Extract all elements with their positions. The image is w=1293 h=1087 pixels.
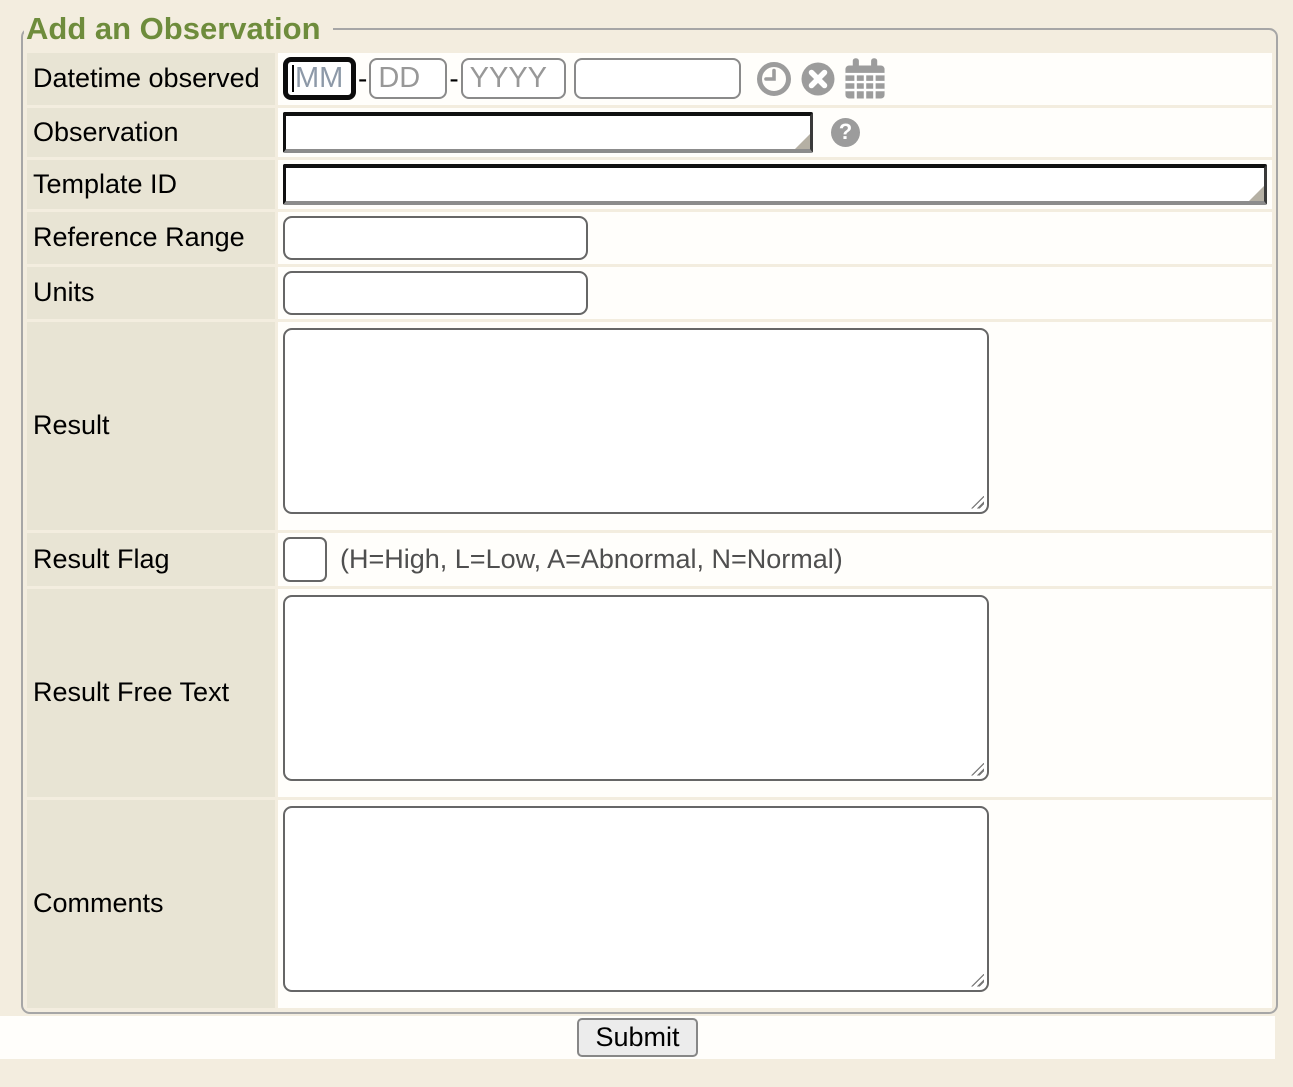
observation-form-table: Datetime observed - -	[24, 50, 1275, 1011]
row-datetime-observed: Datetime observed - -	[27, 53, 1272, 105]
units-input[interactable]	[283, 271, 588, 315]
template-id-combo-field[interactable]	[283, 164, 1267, 205]
row-observation: Observation ?	[27, 108, 1272, 157]
units-label: Units	[27, 267, 275, 319]
date-separator: -	[449, 63, 458, 95]
form-actions-bar: Submit	[0, 1016, 1275, 1059]
result-flag-hint: (H=High, L=Low, A=Abnormal, N=Normal)	[340, 544, 843, 575]
day-input[interactable]	[369, 58, 447, 99]
result-flag-label: Result Flag	[27, 533, 275, 586]
row-result-flag: Result Flag (H=High, L=Low, A=Abnormal, …	[27, 533, 1272, 586]
datetime-observed-label: Datetime observed	[27, 53, 275, 105]
observation-label: Observation	[27, 108, 275, 157]
date-separator: -	[358, 63, 367, 95]
row-result-free-text: Result Free Text	[27, 589, 1272, 797]
month-input-wrap	[283, 57, 356, 100]
row-units: Units	[27, 267, 1272, 319]
page: { "form": { "legend": "Add an Observatio…	[0, 13, 1293, 1087]
result-label: Result	[27, 322, 275, 530]
row-template-id: Template ID	[27, 160, 1272, 209]
year-input[interactable]	[461, 58, 566, 99]
form-title: Add an Observation	[24, 13, 333, 46]
observation-input[interactable]	[286, 116, 810, 149]
datetime-field-group: - -	[283, 57, 1267, 101]
comments-textarea[interactable]	[283, 806, 989, 992]
time-input[interactable]	[574, 58, 741, 99]
clear-icon[interactable]	[800, 61, 836, 97]
submit-button[interactable]: Submit	[577, 1018, 697, 1057]
result-free-text-textarea[interactable]	[283, 595, 989, 781]
result-textarea[interactable]	[283, 328, 989, 514]
row-reference-range: Reference Range	[27, 212, 1272, 264]
row-result: Result	[27, 322, 1272, 530]
add-observation-fieldset: Add an Observation Datetime observed - -	[21, 13, 1278, 1014]
calendar-icon[interactable]	[844, 57, 886, 101]
text-caret	[292, 65, 294, 92]
result-free-text-label: Result Free Text	[27, 589, 275, 797]
template-id-label: Template ID	[27, 160, 275, 209]
reference-range-input[interactable]	[283, 216, 588, 260]
reference-range-label: Reference Range	[27, 212, 275, 264]
help-icon[interactable]: ?	[831, 118, 860, 147]
clock-icon[interactable]	[756, 61, 792, 97]
datetime-icon-group	[756, 57, 886, 101]
comments-label: Comments	[27, 800, 275, 1008]
observation-combo-field[interactable]	[283, 112, 813, 153]
row-comments: Comments	[27, 800, 1272, 1008]
template-id-input[interactable]	[286, 168, 1264, 201]
result-flag-input[interactable]	[283, 537, 327, 582]
